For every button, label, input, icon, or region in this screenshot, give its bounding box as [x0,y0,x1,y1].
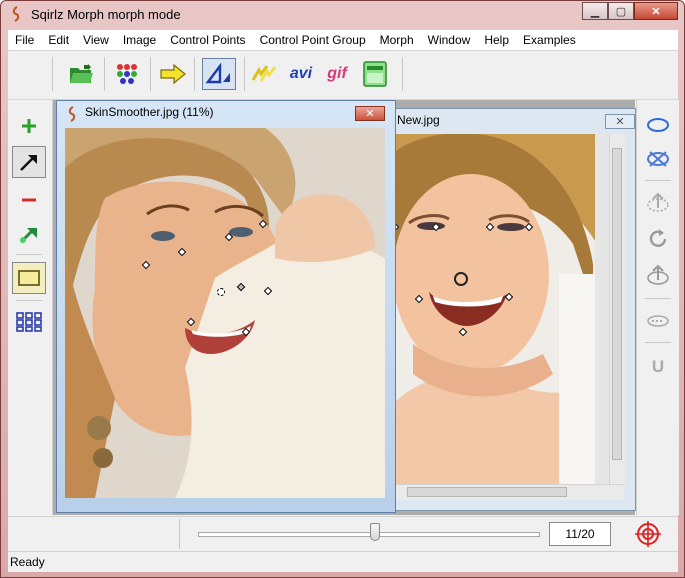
toolbar-separator [104,57,105,91]
target-button[interactable] [634,521,662,547]
scale-up-button[interactable] [641,260,675,290]
select-rectangle-button[interactable] [12,262,46,294]
plus-icon [22,119,36,133]
avi-export-button[interactable]: avi [286,59,316,89]
delete-ellipse-button[interactable] [641,144,675,174]
toolbar-separator [402,57,403,91]
menu-help[interactable]: Help [477,30,516,50]
close-button[interactable]: ✕ [634,2,678,20]
minimize-button[interactable]: ▁ [582,2,608,20]
add-point-button[interactable] [12,110,46,142]
vertical-scrollbar[interactable] [609,134,625,484]
target-icon [635,521,661,547]
menu-edit[interactable]: Edit [41,30,76,50]
ellipse-tool-button[interactable] [641,110,675,140]
frame-controls: 11/20 [8,516,678,551]
rotate-icon [649,229,667,247]
app-window: Sqirlz Morph morph mode ▁ ▢ ✕ File Edit … [0,0,685,578]
triangle-edit-icon [205,63,230,84]
source-photo [65,128,385,498]
up-arrow-ellipse-icon [647,264,669,285]
left-toolbar [8,100,53,515]
edit-points-button[interactable] [202,58,236,90]
up-arrow-ellipse-icon [647,192,669,212]
scroll-thumb[interactable] [407,487,567,497]
squirrel-icon [68,106,76,122]
morph-arrow-button[interactable] [158,59,188,89]
maximize-button[interactable]: ▢ [608,2,634,20]
arrow-pointer-icon [20,155,37,171]
document-close-button[interactable]: ✕ [605,114,635,129]
minus-icon [22,198,36,202]
toolbar-separator [16,254,42,255]
control-point-selected[interactable] [454,272,468,286]
link-points-button[interactable] [12,218,46,250]
control-point[interactable] [217,288,225,296]
squirrel-icon [12,6,20,22]
frames-icon [363,61,387,87]
title-bar[interactable]: Sqirlz Morph morph mode ▁ ▢ ✕ [1,1,684,29]
u-button[interactable]: U [641,352,675,382]
frame-slider-thumb[interactable] [370,523,380,541]
delete-point-button[interactable] [12,184,46,216]
right-arrow-icon [160,63,186,85]
dashed-ellipse-icon [647,315,669,327]
smiling-woman-image [393,134,609,484]
document-close-button[interactable]: ✕ [355,106,385,121]
frame-slider[interactable] [198,532,540,537]
menu-file[interactable]: File [8,30,41,50]
woman-face-image [65,128,385,498]
move-point-button[interactable] [12,146,46,178]
divider [179,519,180,549]
menu-image[interactable]: Image [116,30,163,50]
toolbar-separator [150,57,151,91]
rectangle-icon [18,270,40,286]
toolbar-separator [645,342,671,343]
status-bar: Ready [8,551,678,572]
green-arrow-icon [19,228,37,244]
frames-button[interactable] [360,59,390,89]
toolbar-separator [194,57,195,91]
points-grid-button[interactable] [112,59,142,89]
flash-icon [251,65,277,82]
toolbar-separator [645,180,671,181]
rotate-button[interactable] [641,224,675,254]
document-window-skinsmoother[interactable]: SkinSmoother.jpg (11%) ✕ [56,100,396,513]
horizontal-scrollbar[interactable] [393,484,624,500]
menu-window[interactable]: Window [421,30,478,50]
menu-control-point-group[interactable]: Control Point Group [253,30,373,50]
toolbar-separator [52,57,53,91]
document-window-new[interactable]: New.jpg ✕ [384,108,636,511]
menu-view[interactable]: View [76,30,116,50]
open-folder-icon [70,64,93,83]
toolbar-separator [16,300,42,301]
grid-icon [16,312,42,332]
gif-export-button[interactable]: gif [322,59,352,89]
window-title: Sqirlz Morph morph mode [31,7,181,22]
document-title: New.jpg [397,113,440,127]
document-title: SkinSmoother.jpg (11%) [85,105,214,119]
menu-control-points[interactable]: Control Points [163,30,252,50]
mdi-workspace: New.jpg ✕ SkinSmoother.jpg (11%) ✕ [53,100,636,515]
scroll-thumb[interactable] [612,148,622,460]
target-photo [393,134,609,484]
menu-morph[interactable]: Morph [373,30,421,50]
colored-points-icon [117,64,137,84]
flash-button[interactable] [250,59,280,89]
menu-examples[interactable]: Examples [516,30,583,50]
flatten-button[interactable] [641,306,675,336]
client-area: File Edit View Image Control Points Cont… [8,30,679,572]
status-text: Ready [10,555,45,569]
frame-counter: 11/20 [549,522,611,546]
grid-points-button[interactable] [12,306,46,338]
open-folder-button[interactable] [66,59,96,89]
toolbar-separator [244,57,245,91]
toolbar-separator [645,298,671,299]
raise-points-button[interactable] [641,188,675,218]
main-toolbar: avi gif [8,50,678,100]
right-toolbar: U [636,100,679,515]
crossed-ellipse-icon [647,151,669,167]
menu-bar: File Edit View Image Control Points Cont… [8,30,678,50]
ellipse-icon [647,118,669,132]
